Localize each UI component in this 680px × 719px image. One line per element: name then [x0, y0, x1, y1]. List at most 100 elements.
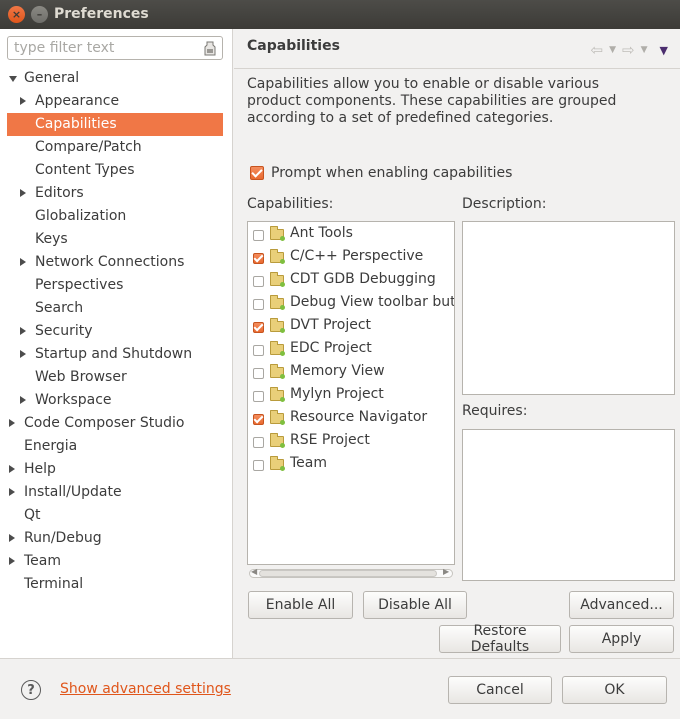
scrollbar-thumb[interactable]	[259, 570, 437, 577]
tree-item[interactable]: General	[0, 67, 232, 90]
tree-item[interactable]: Run/Debug	[0, 527, 232, 550]
expand-arrow-icon[interactable]	[9, 534, 15, 542]
collapse-arrow-icon[interactable]	[9, 76, 17, 82]
capability-label: CDT GDB Debugging	[290, 271, 436, 287]
capability-checkbox[interactable]	[253, 276, 264, 287]
expand-arrow-icon[interactable]	[20, 327, 26, 335]
expand-arrow-icon[interactable]	[20, 258, 26, 266]
tree-item[interactable]: Install/Update	[0, 481, 232, 504]
apply-button[interactable]: Apply	[569, 625, 674, 653]
capability-checkbox[interactable]	[253, 437, 264, 448]
tree-item-label: Network Connections	[35, 254, 185, 270]
category-folder-icon	[270, 410, 285, 425]
tree-item[interactable]: Perspectives	[0, 274, 232, 297]
tree-item[interactable]: Energia	[0, 435, 232, 458]
tree-item[interactable]: Web Browser	[0, 366, 232, 389]
tree-item[interactable]: Qt	[0, 504, 232, 527]
capability-checkbox[interactable]	[253, 460, 264, 471]
tree-item[interactable]: Terminal	[0, 573, 232, 596]
advanced-button[interactable]: Advanced...	[569, 591, 674, 619]
prompt-when-enabling-row[interactable]: Prompt when enabling capabilities	[250, 165, 512, 181]
scroll-left-icon[interactable]: ◀	[251, 567, 257, 576]
restore-defaults-button[interactable]: Restore Defaults	[439, 623, 561, 655]
capability-item[interactable]: CDT GDB Debugging	[248, 269, 454, 292]
clear-filter-icon[interactable]	[203, 40, 217, 56]
capability-checkbox[interactable]	[253, 230, 264, 241]
capability-item[interactable]: Resource Navigator	[248, 407, 454, 430]
capability-item[interactable]: RSE Project	[248, 430, 454, 453]
capability-checkbox[interactable]	[253, 299, 264, 310]
category-folder-icon	[270, 433, 285, 448]
tree-item-label: Appearance	[35, 93, 120, 109]
tree-item-label: Startup and Shutdown	[35, 346, 193, 362]
capability-checkbox[interactable]	[253, 414, 264, 425]
filter-box	[7, 36, 223, 60]
capabilities-horizontal-scrollbar[interactable]: ◀ ▶	[247, 566, 455, 580]
tree-item-label: Qt	[24, 507, 41, 523]
forward-arrow-icon[interactable]: ⇨	[622, 41, 635, 59]
category-folder-icon	[270, 456, 285, 471]
scroll-right-icon[interactable]: ▶	[443, 567, 449, 576]
filter-input[interactable]	[12, 38, 192, 58]
capability-checkbox[interactable]	[253, 368, 264, 379]
capability-item[interactable]: C/C++ Perspective	[248, 246, 454, 269]
dialog-footer: ? Show advanced settings Cancel OK	[0, 658, 680, 719]
capability-item[interactable]: DVT Project	[248, 315, 454, 338]
tree-item[interactable]: Editors	[0, 182, 232, 205]
tree-item[interactable]: Appearance	[0, 90, 232, 113]
capability-checkbox[interactable]	[253, 253, 264, 264]
expand-arrow-icon[interactable]	[9, 488, 15, 496]
enable-all-button[interactable]: Enable All	[248, 591, 353, 619]
tree-item[interactable]: Help	[0, 458, 232, 481]
capability-item[interactable]: Mylyn Project	[248, 384, 454, 407]
tree-item[interactable]: Search	[0, 297, 232, 320]
tree-item[interactable]: Network Connections	[0, 251, 232, 274]
capability-checkbox[interactable]	[253, 391, 264, 402]
capability-item[interactable]: EDC Project	[248, 338, 454, 361]
capability-item[interactable]: Debug View toolbar butt	[248, 292, 454, 315]
capability-label: C/C++ Perspective	[290, 248, 424, 264]
tree-item[interactable]: Workspace	[0, 389, 232, 412]
expand-arrow-icon[interactable]	[20, 350, 26, 358]
capability-item[interactable]: Ant Tools	[248, 223, 454, 246]
tree-item[interactable]: Content Types	[0, 159, 232, 182]
capability-checkbox[interactable]	[253, 322, 264, 333]
category-folder-icon	[270, 249, 285, 264]
tree-item[interactable]: Keys	[0, 228, 232, 251]
show-advanced-settings-link[interactable]: Show advanced settings	[60, 681, 231, 697]
expand-arrow-icon[interactable]	[20, 396, 26, 404]
capability-item[interactable]: Team	[248, 453, 454, 476]
tree-item-label: Capabilities	[35, 116, 117, 132]
back-dropdown-icon[interactable]: ▼	[609, 45, 616, 55]
back-arrow-icon[interactable]: ⇦	[591, 41, 604, 59]
view-menu-icon[interactable]: ▼	[660, 44, 668, 57]
minimize-window-button[interactable]: –	[31, 6, 48, 23]
disable-all-button[interactable]: Disable All	[363, 591, 467, 619]
tree-item[interactable]: Security	[0, 320, 232, 343]
expand-arrow-icon[interactable]	[9, 419, 15, 427]
tree-item[interactable]: Globalization	[0, 205, 232, 228]
help-icon[interactable]: ?	[21, 680, 41, 700]
requires-label: Requires:	[462, 403, 528, 419]
capabilities-list[interactable]: Ant Tools C/C++ Perspective CDT GDB Debugg…	[247, 221, 455, 565]
tree-item-label: Run/Debug	[24, 530, 102, 546]
close-window-button[interactable]: ×	[8, 6, 25, 23]
capability-item[interactable]: Memory View	[248, 361, 454, 384]
expand-arrow-icon[interactable]	[9, 465, 15, 473]
cancel-button[interactable]: Cancel	[448, 676, 552, 704]
tree-item[interactable]: Compare/Patch	[0, 136, 232, 159]
tree-item[interactable]: Startup and Shutdown	[0, 343, 232, 366]
prompt-when-enabling-checkbox[interactable]	[250, 166, 264, 180]
tree-item[interactable]: Team	[0, 550, 232, 573]
capability-checkbox[interactable]	[253, 345, 264, 356]
capability-label: Resource Navigator	[290, 409, 428, 425]
tree-item[interactable]: Capabilities	[7, 113, 223, 136]
expand-arrow-icon[interactable]	[20, 189, 26, 197]
capability-label: Mylyn Project	[290, 386, 384, 402]
expand-arrow-icon[interactable]	[20, 97, 26, 105]
tree-item-label: Web Browser	[35, 369, 127, 385]
forward-dropdown-icon[interactable]: ▼	[641, 45, 648, 55]
tree-item[interactable]: Code Composer Studio	[0, 412, 232, 435]
ok-button[interactable]: OK	[562, 676, 667, 704]
expand-arrow-icon[interactable]	[9, 557, 15, 565]
